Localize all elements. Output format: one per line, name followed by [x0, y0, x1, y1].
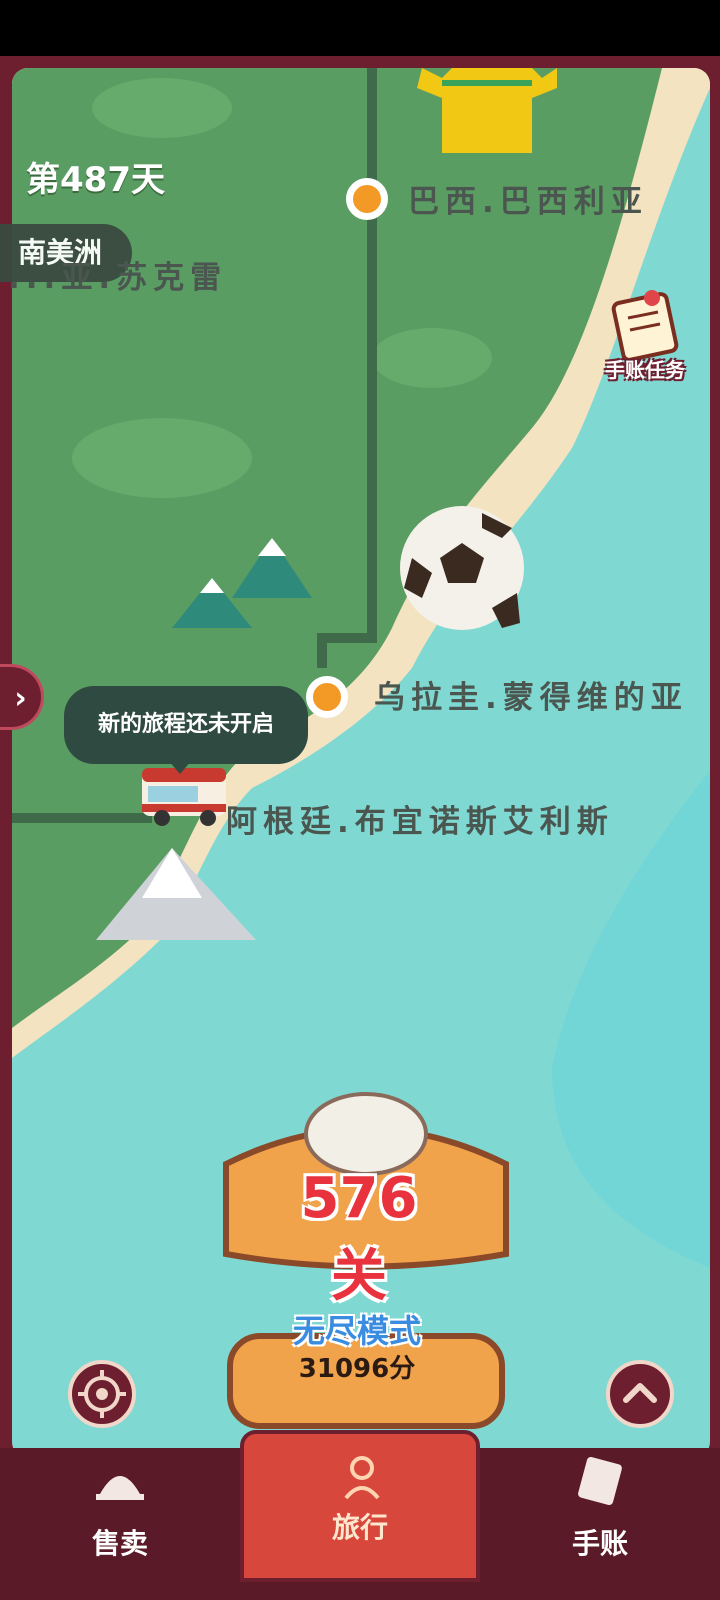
clipboard-icon [611, 290, 679, 362]
tab-journal-label: 手账 [571, 1527, 628, 1560]
journey-tooltip: 新的旅程还未开启 [64, 686, 308, 764]
city-label-buenos-aires: 阿根廷.布宜诺斯艾利斯 [226, 804, 614, 840]
bell-icon [96, 1476, 144, 1500]
tab-journal[interactable]: 手账 [480, 1448, 720, 1600]
chevron-right-icon: › [14, 681, 27, 716]
level-button[interactable]: 576关 [276, 1166, 442, 1312]
tooltip-tail [168, 760, 192, 774]
city-node-montevideo[interactable] [306, 676, 348, 718]
endless-mode-button[interactable]: 无尽模式 [262, 1306, 452, 1352]
bottom-tab-bar: 售卖 旅行 手账 [0, 1430, 720, 1600]
traveler-icon [344, 1456, 380, 1500]
scroll-up-button[interactable] [606, 1360, 674, 1428]
notebook-icon [578, 1456, 622, 1506]
city-label-sucre: ...亚.苏克雷 [8, 260, 228, 296]
journal-task-button[interactable]: 手账任务 [600, 290, 690, 400]
endless-score: 31096分 [298, 1354, 416, 1384]
journal-task-label: 手账任务 [605, 358, 685, 382]
tab-sell[interactable]: 售卖 [0, 1448, 240, 1600]
tab-travel-label: 旅行 [331, 1511, 388, 1544]
locate-button[interactable] [68, 1360, 136, 1428]
city-label-brasilia: 巴西.巴西利亚 [408, 184, 648, 220]
day-counter: 第487天 [26, 160, 165, 200]
tab-sell-label: 售卖 [91, 1527, 148, 1560]
status-bar [0, 0, 720, 56]
chevron-up-icon [623, 1383, 657, 1403]
locate-icon [78, 1370, 126, 1418]
tab-travel[interactable]: 旅行 [240, 1430, 480, 1582]
city-node-brasilia[interactable] [346, 178, 388, 220]
city-label-montevideo: 乌拉圭.蒙得维的亚 [374, 680, 688, 716]
